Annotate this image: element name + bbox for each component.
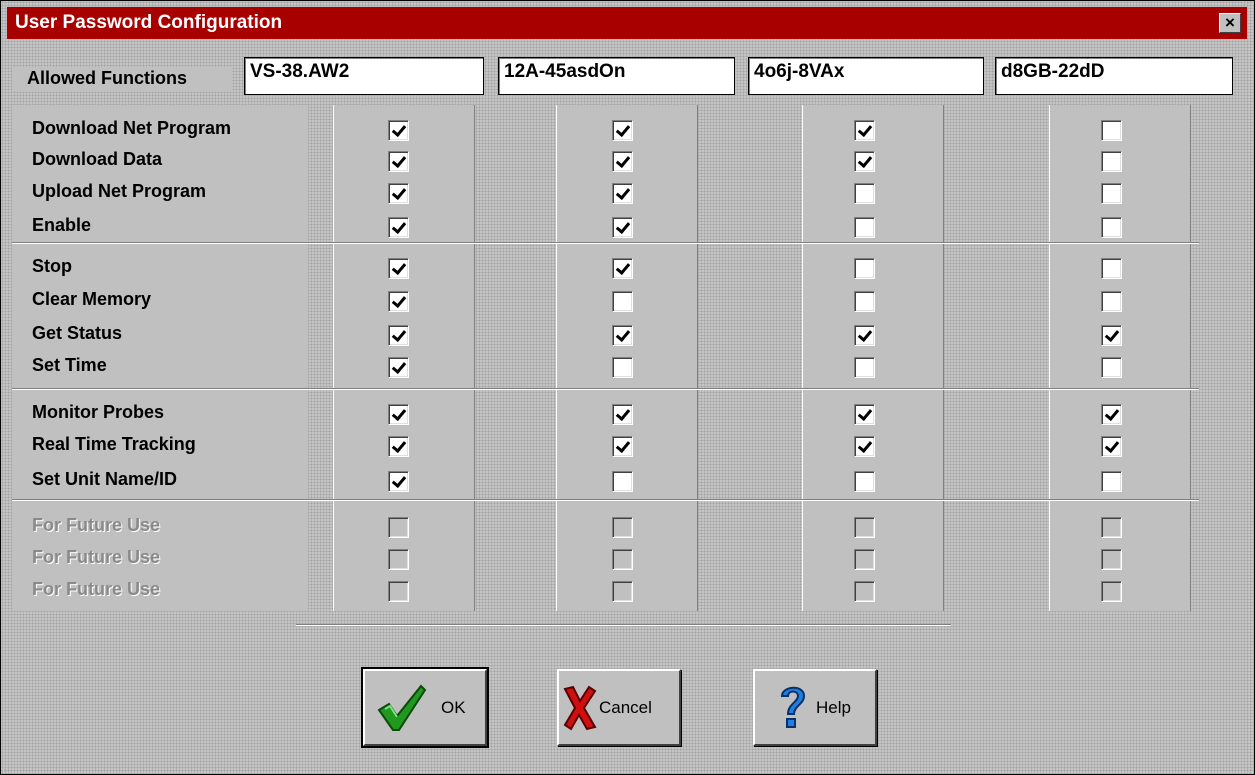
permission-checkbox[interactable] bbox=[388, 404, 409, 425]
permission-checkbox[interactable] bbox=[612, 471, 633, 492]
permission-checkbox[interactable] bbox=[388, 357, 409, 378]
permission-checkbox[interactable] bbox=[388, 325, 409, 346]
function-label: For Future Use bbox=[32, 579, 161, 599]
permission-checkbox[interactable] bbox=[612, 291, 633, 312]
permission-checkbox bbox=[612, 549, 633, 570]
permission-checkbox bbox=[612, 517, 633, 538]
function-label: Stop bbox=[32, 256, 72, 276]
permission-checkbox[interactable] bbox=[854, 217, 875, 238]
permission-checkbox[interactable] bbox=[612, 217, 633, 238]
permission-checkbox[interactable] bbox=[854, 471, 875, 492]
permission-checkbox[interactable] bbox=[1101, 325, 1122, 346]
password-field-1[interactable]: VS-38.AW2 bbox=[244, 57, 484, 95]
window-title: User Password Configuration bbox=[15, 12, 283, 33]
permission-checkbox[interactable] bbox=[854, 357, 875, 378]
help-button[interactable]: Help bbox=[753, 669, 877, 746]
permission-checkbox bbox=[388, 581, 409, 602]
permission-checkbox[interactable] bbox=[612, 325, 633, 346]
title-bar: User Password Configuration × bbox=[7, 7, 1247, 39]
permission-checkbox[interactable] bbox=[612, 357, 633, 378]
permission-checkbox bbox=[1101, 517, 1122, 538]
permission-checkbox[interactable] bbox=[612, 258, 633, 279]
permission-checkbox[interactable] bbox=[388, 120, 409, 141]
permission-checkbox[interactable] bbox=[1101, 183, 1122, 204]
group-divider bbox=[12, 242, 1199, 244]
function-label: For Future Use bbox=[32, 547, 161, 567]
permission-checkbox[interactable] bbox=[854, 436, 875, 457]
function-label: Real Time Tracking bbox=[32, 434, 196, 454]
function-label: Set Unit Name/ID bbox=[32, 469, 178, 489]
help-label: Help bbox=[816, 698, 851, 717]
permission-checkbox bbox=[854, 581, 875, 602]
function-label: Download Net Program bbox=[32, 118, 232, 138]
password-field-3[interactable]: 4o6j-8VAx bbox=[748, 57, 984, 95]
permission-checkbox[interactable] bbox=[854, 120, 875, 141]
password-field-4[interactable]: d8GB-22dD bbox=[995, 57, 1233, 95]
permission-checkbox[interactable] bbox=[1101, 120, 1122, 141]
password-config-dialog: User Password Configuration × Allowed Fu… bbox=[0, 0, 1255, 775]
question-mark-icon bbox=[780, 686, 806, 728]
green-checkmark-icon bbox=[377, 684, 427, 731]
function-label: Set Time bbox=[32, 355, 107, 375]
permission-checkbox[interactable] bbox=[1101, 217, 1122, 238]
permission-checkbox[interactable] bbox=[388, 183, 409, 204]
function-label: For Future Use bbox=[32, 515, 161, 535]
permission-checkbox[interactable] bbox=[388, 151, 409, 172]
permission-checkbox[interactable] bbox=[612, 120, 633, 141]
permission-checkbox bbox=[1101, 581, 1122, 602]
ok-label: OK bbox=[441, 698, 466, 717]
ok-button[interactable]: OK bbox=[361, 667, 489, 748]
permission-checkbox bbox=[612, 581, 633, 602]
function-label: Enable bbox=[32, 215, 92, 235]
permission-checkbox bbox=[388, 549, 409, 570]
permission-checkbox bbox=[1101, 549, 1122, 570]
cancel-button[interactable]: Cancel bbox=[557, 669, 681, 746]
permission-checkbox[interactable] bbox=[612, 183, 633, 204]
permission-checkbox bbox=[854, 549, 875, 570]
permission-checkbox[interactable] bbox=[1101, 471, 1122, 492]
permission-checkbox[interactable] bbox=[388, 291, 409, 312]
permission-checkbox[interactable] bbox=[388, 471, 409, 492]
close-icon[interactable]: × bbox=[1219, 13, 1241, 33]
permission-checkbox[interactable] bbox=[1101, 291, 1122, 312]
permission-checkbox[interactable] bbox=[1101, 357, 1122, 378]
bottom-divider bbox=[296, 624, 951, 626]
permission-checkbox[interactable] bbox=[854, 183, 875, 204]
permission-checkbox[interactable] bbox=[388, 258, 409, 279]
group-divider bbox=[12, 499, 1199, 501]
permission-checkbox[interactable] bbox=[388, 436, 409, 457]
group-divider bbox=[12, 388, 1199, 390]
permission-checkbox bbox=[388, 517, 409, 538]
function-label: Monitor Probes bbox=[32, 402, 165, 422]
function-label: Upload Net Program bbox=[32, 181, 207, 201]
permission-checkbox[interactable] bbox=[854, 151, 875, 172]
permission-checkbox[interactable] bbox=[612, 404, 633, 425]
permission-checkbox[interactable] bbox=[1101, 404, 1122, 425]
function-label: Download Data bbox=[32, 149, 163, 169]
permission-checkbox[interactable] bbox=[1101, 436, 1122, 457]
permission-checkbox[interactable] bbox=[854, 258, 875, 279]
permission-checkbox[interactable] bbox=[854, 325, 875, 346]
permission-checkbox[interactable] bbox=[1101, 151, 1122, 172]
red-x-icon bbox=[563, 685, 597, 731]
allowed-functions-label: Allowed Functions bbox=[27, 68, 187, 88]
function-label: Get Status bbox=[32, 323, 123, 343]
permission-checkbox[interactable] bbox=[854, 291, 875, 312]
password-field-2[interactable]: 12A-45asdOn bbox=[498, 57, 735, 95]
permission-checkbox[interactable] bbox=[854, 404, 875, 425]
permission-checkbox[interactable] bbox=[612, 436, 633, 457]
permission-checkbox bbox=[854, 517, 875, 538]
permission-checkbox[interactable] bbox=[612, 151, 633, 172]
function-label: Clear Memory bbox=[32, 289, 152, 309]
permission-checkbox[interactable] bbox=[1101, 258, 1122, 279]
cancel-label: Cancel bbox=[599, 698, 652, 717]
permission-checkbox[interactable] bbox=[388, 217, 409, 238]
